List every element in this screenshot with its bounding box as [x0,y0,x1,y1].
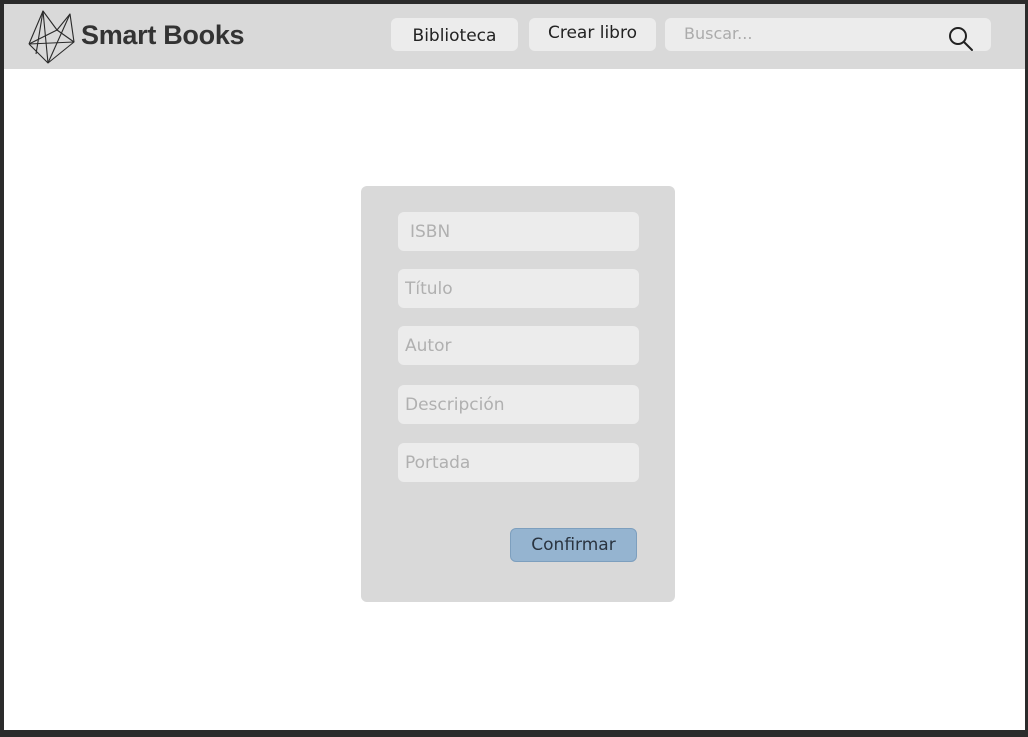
confirm-button[interactable]: Confirmar [510,528,637,562]
geometric-crystal-logo-icon [28,10,75,64]
title-field[interactable] [398,269,639,308]
search-icon[interactable] [947,25,975,53]
isbn-field[interactable] [398,212,639,251]
create-book-form: Confirmar [361,186,675,602]
search-bar [665,18,991,51]
cover-field[interactable] [398,443,639,482]
nav-library-button[interactable]: Biblioteca [391,18,518,51]
brand-name: Smart Books [81,20,245,50]
description-field[interactable] [398,385,639,424]
top-navbar: Smart Books Biblioteca Crear libro [4,4,1025,69]
nav-create-book-button[interactable]: Crear libro [529,18,656,51]
app-window: Smart Books Biblioteca Crear libro Confi… [4,4,1025,730]
search-input[interactable] [665,18,935,51]
author-field[interactable] [398,326,639,365]
